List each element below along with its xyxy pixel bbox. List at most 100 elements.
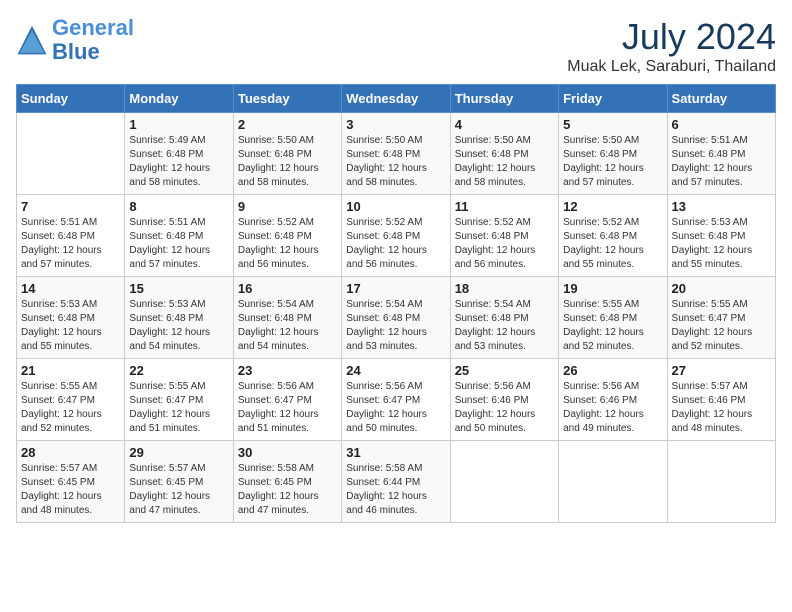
calendar-header: SundayMondayTuesdayWednesdayThursdayFrid…: [17, 85, 776, 113]
header-day-sunday: Sunday: [17, 85, 125, 113]
day-info: Sunrise: 5:52 AM Sunset: 6:48 PM Dayligh…: [563, 216, 662, 272]
day-info: Sunrise: 5:54 AM Sunset: 6:48 PM Dayligh…: [238, 298, 337, 354]
calendar-cell: 20 Sunrise: 5:55 AM Sunset: 6:47 PM Dayli…: [667, 277, 775, 359]
day-number: 13: [672, 199, 771, 214]
calendar-cell: 5Sunrise: 5:50 AM Sunset: 6:48 PM Daylig…: [559, 113, 667, 195]
calendar-cell: 2 Sunrise: 5:50 AM Sunset: 6:48 PM Daylig…: [233, 113, 341, 195]
day-info: Sunrise: 5:57 AM Sunset: 6:45 PM Dayligh…: [129, 462, 228, 518]
calendar-cell: [17, 113, 125, 195]
calendar-cell: 26Sunrise: 5:56 AM Sunset: 6:46 PM Dayli…: [559, 359, 667, 441]
day-number: 26: [563, 363, 662, 378]
calendar-cell: 15 Sunrise: 5:53 AM Sunset: 6:48 PM Dayli…: [125, 277, 233, 359]
day-number: 29: [129, 445, 228, 460]
day-info: Sunrise: 5:53 AM Sunset: 6:48 PM Dayligh…: [21, 298, 120, 354]
calendar-cell: 12 Sunrise: 5:52 AM Sunset: 6:48 PM Dayli…: [559, 195, 667, 277]
calendar-cell: 29 Sunrise: 5:57 AM Sunset: 6:45 PM Dayli…: [125, 441, 233, 523]
calendar-cell: [667, 441, 775, 523]
day-info: Sunrise: 5:58 AM Sunset: 6:44 PM Dayligh…: [346, 462, 445, 518]
day-info: Sunrise: 5:51 AM Sunset: 6:48 PM Dayligh…: [129, 216, 228, 272]
day-number: 25: [455, 363, 554, 378]
day-info: Sunrise: 5:56 AM Sunset: 6:47 PM Dayligh…: [238, 380, 337, 436]
calendar-cell: 24 Sunrise: 5:56 AM Sunset: 6:47 PM Dayli…: [342, 359, 450, 441]
calendar-cell: 21 Sunrise: 5:55 AM Sunset: 6:47 PM Dayli…: [17, 359, 125, 441]
day-number: 3: [346, 117, 445, 132]
week-row-1: 7Sunrise: 5:51 AM Sunset: 6:48 PM Daylig…: [17, 195, 776, 277]
day-number: 15: [129, 281, 228, 296]
day-info: Sunrise: 5:49 AM Sunset: 6:48 PM Dayligh…: [129, 134, 228, 190]
calendar-cell: 7Sunrise: 5:51 AM Sunset: 6:48 PM Daylig…: [17, 195, 125, 277]
day-number: 12: [563, 199, 662, 214]
day-info: Sunrise: 5:54 AM Sunset: 6:48 PM Dayligh…: [346, 298, 445, 354]
day-info: Sunrise: 5:55 AM Sunset: 6:47 PM Dayligh…: [21, 380, 120, 436]
day-info: Sunrise: 5:50 AM Sunset: 6:48 PM Dayligh…: [238, 134, 337, 190]
day-number: 18: [455, 281, 554, 296]
calendar-cell: 13 Sunrise: 5:53 AM Sunset: 6:48 PM Dayli…: [667, 195, 775, 277]
day-info: Sunrise: 5:50 AM Sunset: 6:48 PM Dayligh…: [346, 134, 445, 190]
day-info: Sunrise: 5:55 AM Sunset: 6:47 PM Dayligh…: [129, 380, 228, 436]
day-number: 28: [21, 445, 120, 460]
calendar-cell: 19Sunrise: 5:55 AM Sunset: 6:48 PM Dayli…: [559, 277, 667, 359]
calendar-cell: 6 Sunrise: 5:51 AM Sunset: 6:48 PM Daylig…: [667, 113, 775, 195]
day-number: 11: [455, 199, 554, 214]
calendar-cell: 25Sunrise: 5:56 AM Sunset: 6:46 PM Dayli…: [450, 359, 558, 441]
day-info: Sunrise: 5:52 AM Sunset: 6:48 PM Dayligh…: [455, 216, 554, 272]
day-number: 8: [129, 199, 228, 214]
day-info: Sunrise: 5:52 AM Sunset: 6:48 PM Dayligh…: [346, 216, 445, 272]
logo-text: General Blue: [52, 16, 134, 64]
day-number: 20: [672, 281, 771, 296]
calendar-cell: 4 Sunrise: 5:50 AM Sunset: 6:48 PM Daylig…: [450, 113, 558, 195]
day-number: 31: [346, 445, 445, 460]
day-info: Sunrise: 5:50 AM Sunset: 6:48 PM Dayligh…: [455, 134, 554, 190]
day-number: 27: [672, 363, 771, 378]
week-row-3: 21 Sunrise: 5:55 AM Sunset: 6:47 PM Dayli…: [17, 359, 776, 441]
logo-line1: General: [52, 15, 134, 40]
day-number: 10: [346, 199, 445, 214]
day-number: 16: [238, 281, 337, 296]
calendar-cell: 16 Sunrise: 5:54 AM Sunset: 6:48 PM Dayli…: [233, 277, 341, 359]
calendar-cell: 8 Sunrise: 5:51 AM Sunset: 6:48 PM Daylig…: [125, 195, 233, 277]
day-info: Sunrise: 5:54 AM Sunset: 6:48 PM Dayligh…: [455, 298, 554, 354]
day-info: Sunrise: 5:58 AM Sunset: 6:45 PM Dayligh…: [238, 462, 337, 518]
day-number: 9: [238, 199, 337, 214]
week-row-0: 1 Sunrise: 5:49 AM Sunset: 6:48 PM Daylig…: [17, 113, 776, 195]
calendar-cell: 1 Sunrise: 5:49 AM Sunset: 6:48 PM Daylig…: [125, 113, 233, 195]
calendar-cell: 9 Sunrise: 5:52 AM Sunset: 6:48 PM Daylig…: [233, 195, 341, 277]
day-number: 21: [21, 363, 120, 378]
day-info: Sunrise: 5:56 AM Sunset: 6:47 PM Dayligh…: [346, 380, 445, 436]
day-info: Sunrise: 5:55 AM Sunset: 6:48 PM Dayligh…: [563, 298, 662, 354]
calendar-cell: 10 Sunrise: 5:52 AM Sunset: 6:48 PM Dayli…: [342, 195, 450, 277]
week-row-2: 14 Sunrise: 5:53 AM Sunset: 6:48 PM Dayli…: [17, 277, 776, 359]
header-day-friday: Friday: [559, 85, 667, 113]
calendar-table: SundayMondayTuesdayWednesdayThursdayFrid…: [16, 84, 776, 523]
day-info: Sunrise: 5:55 AM Sunset: 6:47 PM Dayligh…: [672, 298, 771, 354]
day-number: 17: [346, 281, 445, 296]
day-number: 2: [238, 117, 337, 132]
day-info: Sunrise: 5:51 AM Sunset: 6:48 PM Dayligh…: [672, 134, 771, 190]
calendar-cell: 27Sunrise: 5:57 AM Sunset: 6:46 PM Dayli…: [667, 359, 775, 441]
day-number: 4: [455, 117, 554, 132]
calendar-cell: 30 Sunrise: 5:58 AM Sunset: 6:45 PM Dayli…: [233, 441, 341, 523]
calendar-cell: 31 Sunrise: 5:58 AM Sunset: 6:44 PM Dayli…: [342, 441, 450, 523]
day-number: 30: [238, 445, 337, 460]
calendar-cell: 18 Sunrise: 5:54 AM Sunset: 6:48 PM Dayli…: [450, 277, 558, 359]
calendar-cell: 3 Sunrise: 5:50 AM Sunset: 6:48 PM Daylig…: [342, 113, 450, 195]
day-info: Sunrise: 5:57 AM Sunset: 6:45 PM Dayligh…: [21, 462, 120, 518]
day-info: Sunrise: 5:53 AM Sunset: 6:48 PM Dayligh…: [672, 216, 771, 272]
page-header: General Blue July 2024 Muak Lek, Sarabur…: [16, 16, 776, 76]
day-info: Sunrise: 5:53 AM Sunset: 6:48 PM Dayligh…: [129, 298, 228, 354]
location: Muak Lek, Saraburi, Thailand: [567, 58, 776, 76]
header-day-saturday: Saturday: [667, 85, 775, 113]
day-number: 14: [21, 281, 120, 296]
header-day-monday: Monday: [125, 85, 233, 113]
day-info: Sunrise: 5:52 AM Sunset: 6:48 PM Dayligh…: [238, 216, 337, 272]
header-day-thursday: Thursday: [450, 85, 558, 113]
day-number: 6: [672, 117, 771, 132]
calendar-cell: 11 Sunrise: 5:52 AM Sunset: 6:48 PM Dayli…: [450, 195, 558, 277]
calendar-cell: 23Sunrise: 5:56 AM Sunset: 6:47 PM Dayli…: [233, 359, 341, 441]
calendar-cell: 17 Sunrise: 5:54 AM Sunset: 6:48 PM Dayli…: [342, 277, 450, 359]
day-number: 22: [129, 363, 228, 378]
day-number: 1: [129, 117, 228, 132]
day-info: Sunrise: 5:50 AM Sunset: 6:48 PM Dayligh…: [563, 134, 662, 190]
calendar-cell: 14 Sunrise: 5:53 AM Sunset: 6:48 PM Dayli…: [17, 277, 125, 359]
day-number: 24: [346, 363, 445, 378]
